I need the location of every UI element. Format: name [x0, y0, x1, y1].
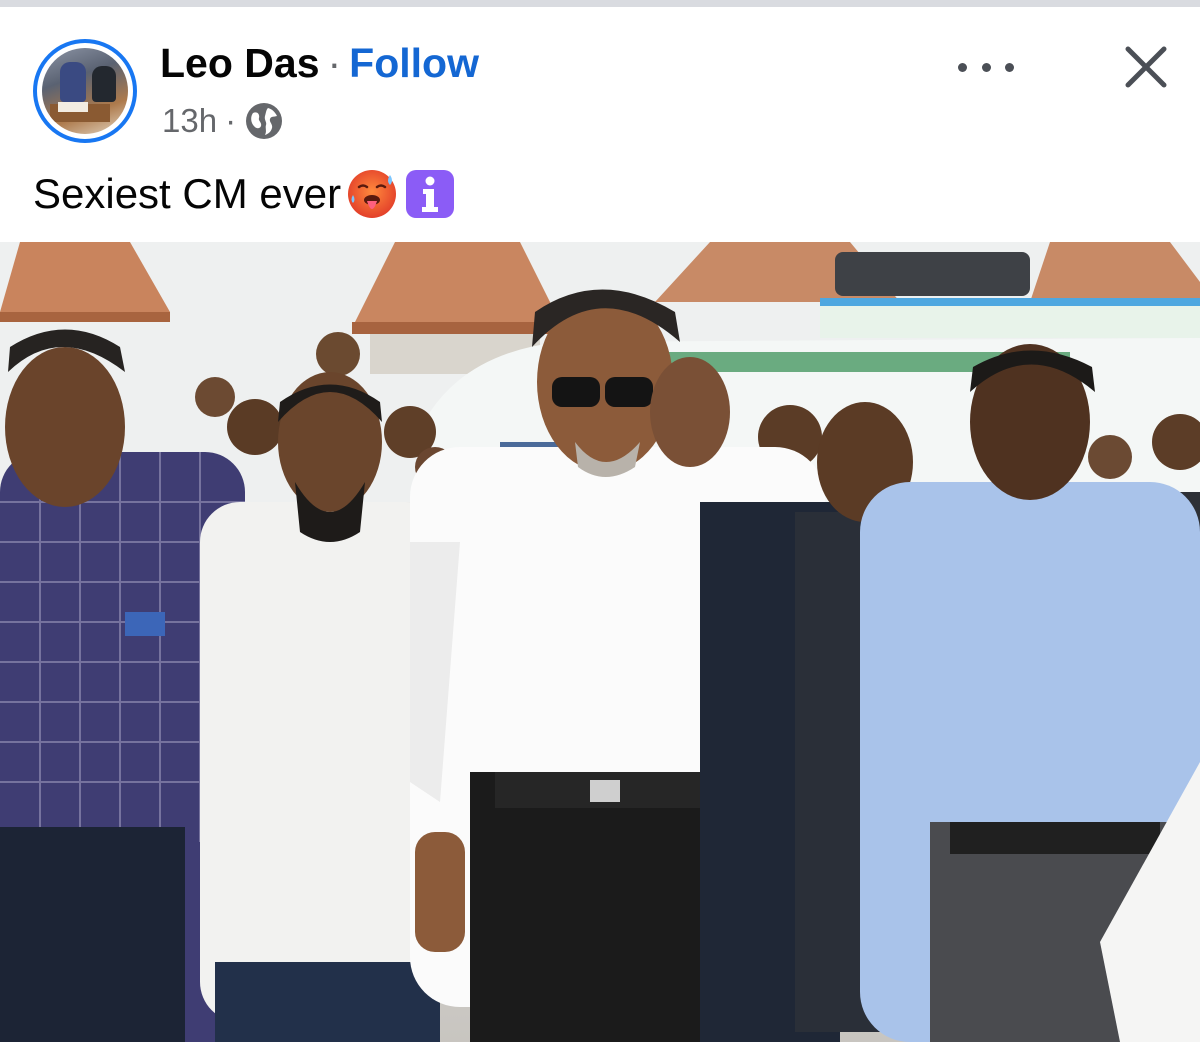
- globe-icon: [246, 103, 283, 139]
- photo-scene: [0, 242, 1200, 1042]
- post-caption: Sexiest CM ever: [33, 166, 457, 222]
- author-row: Leo Das · Follow: [160, 39, 479, 87]
- avatar-image: [42, 48, 128, 134]
- close-icon[interactable]: [1123, 44, 1169, 90]
- hot-face-emoji: [348, 170, 397, 218]
- post-header: Leo Das · Follow 13h ·: [0, 7, 1200, 157]
- bottom-margin: [0, 1042, 1200, 1051]
- avatar[interactable]: [33, 39, 137, 143]
- top-divider: [0, 0, 1200, 7]
- follow-button[interactable]: Follow: [349, 40, 479, 86]
- caption-text: Sexiest CM ever: [33, 170, 342, 217]
- author-name[interactable]: Leo Das: [160, 40, 320, 86]
- more-horizontal-icon[interactable]: [958, 52, 1014, 82]
- name-separator: ·: [327, 40, 342, 86]
- post-meta: 13h ·: [162, 101, 284, 141]
- meta-separator: ·: [225, 102, 237, 139]
- post-photo[interactable]: [0, 242, 1200, 1042]
- post-timestamp[interactable]: 13h: [162, 101, 217, 141]
- information-emoji: [406, 170, 455, 218]
